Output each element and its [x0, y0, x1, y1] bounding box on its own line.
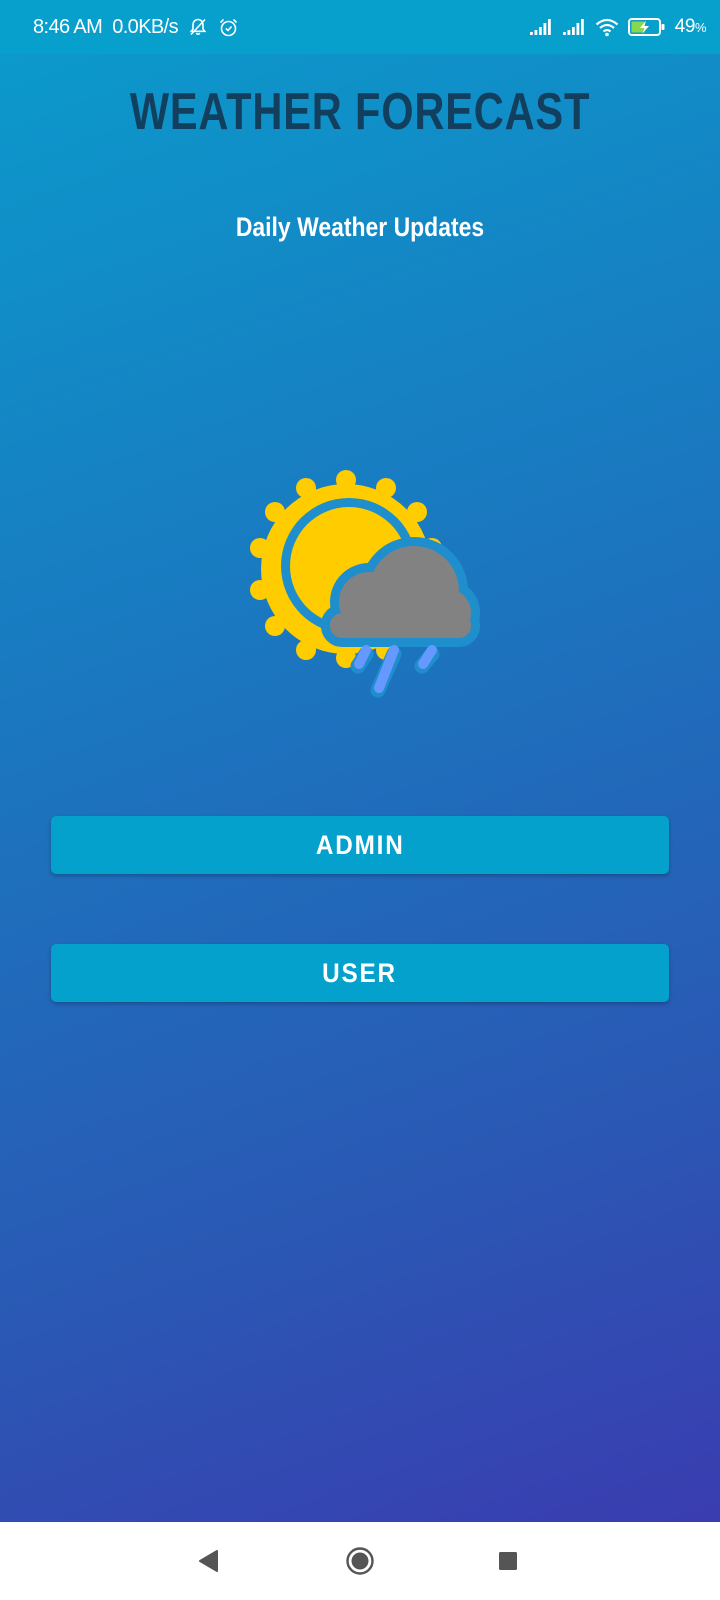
sun-cloud-rain-icon	[246, 466, 486, 712]
battery-percent-value: 49	[674, 16, 696, 37]
signal-icon	[562, 18, 586, 36]
net-speed: 0.0KB/s	[112, 15, 179, 38]
signal-icon	[529, 18, 553, 36]
user-button[interactable]: USER	[51, 944, 669, 1002]
home-icon[interactable]	[338, 1539, 382, 1583]
bell-off-icon	[188, 17, 208, 37]
alarm-icon	[218, 17, 239, 38]
battery-percent-unit: %	[694, 20, 707, 35]
user-button-label: USER	[322, 957, 398, 988]
status-right: 49%	[529, 14, 707, 40]
battery-percent: 49%	[674, 16, 707, 38]
back-icon[interactable]	[186, 1539, 230, 1583]
page-subtitle: Daily Weather Updates	[235, 212, 485, 242]
navigation-bar	[0, 1522, 720, 1600]
status-left: 8:46 AM 0.0KB/s	[33, 14, 239, 40]
app-screen: 8:46 AM 0.0KB/s 49% WEATHER FORECAST Dai…	[0, 0, 720, 1522]
admin-button[interactable]: ADMIN	[51, 816, 669, 874]
page-title: WEATHER FORECAST	[129, 83, 591, 141]
battery-charging-icon	[627, 17, 666, 37]
status-time: 8:46 AM	[33, 15, 103, 38]
recents-icon[interactable]	[486, 1539, 530, 1583]
admin-button-label: ADMIN	[315, 829, 405, 860]
status-bar: 8:46 AM 0.0KB/s 49%	[0, 0, 720, 54]
wifi-icon	[595, 17, 619, 37]
